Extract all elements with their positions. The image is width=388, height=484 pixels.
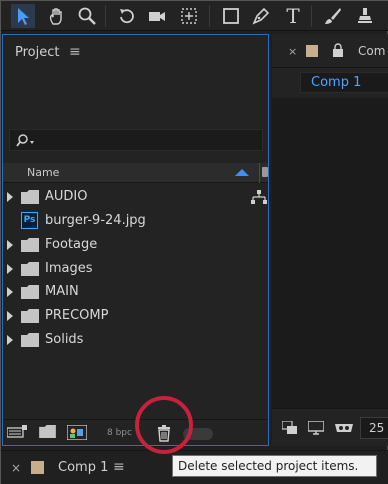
list-item-label: Footage xyxy=(45,237,98,252)
expand-triangle-icon[interactable] xyxy=(7,240,13,250)
panel-menu-icon[interactable]: ≡ xyxy=(113,459,125,475)
pan-behind-icon xyxy=(181,8,197,24)
composition-panel-title: Com xyxy=(358,44,386,58)
expand-triangle-icon[interactable] xyxy=(7,192,13,202)
list-item[interactable]: Solids xyxy=(3,328,268,352)
list-item-label: MAIN xyxy=(45,284,79,299)
highlight-circle xyxy=(135,396,193,454)
tab-comp-1[interactable]: Comp 1 xyxy=(300,72,388,93)
zoom-tool-button[interactable] xyxy=(75,4,99,28)
column-header-name[interactable]: Name xyxy=(27,166,59,179)
rectangle-tool-button[interactable] xyxy=(219,4,243,28)
expand-triangle-icon[interactable] xyxy=(7,287,13,297)
new-folder-icon[interactable] xyxy=(39,425,56,438)
rotate-icon xyxy=(120,9,134,24)
list-item-label: PRECOMP xyxy=(45,308,109,323)
pan-behind-tool-button[interactable] xyxy=(177,4,201,28)
tooltip-text: Delete selected project items. xyxy=(178,459,359,473)
camera-icon xyxy=(149,12,165,21)
folder-icon xyxy=(21,333,39,347)
folder-icon xyxy=(21,309,39,323)
toolbar-divider xyxy=(209,5,210,27)
tab-label: Comp 1 xyxy=(311,75,362,90)
selection-arrow-icon xyxy=(18,8,29,25)
folder-icon xyxy=(21,190,39,204)
list-item-label: Solids xyxy=(45,332,84,347)
list-item[interactable]: PRECOMP xyxy=(3,304,268,328)
type-icon: T xyxy=(286,4,300,28)
brush-icon xyxy=(325,8,341,24)
type-tool-button[interactable]: T xyxy=(281,4,305,28)
pen-icon xyxy=(252,7,270,25)
composition-panel: × Com Comp 1 25 xyxy=(272,34,388,446)
bit-depth-button[interactable]: 8 bpc xyxy=(107,428,132,438)
folder-icon xyxy=(21,262,39,276)
label-column-icon[interactable] xyxy=(262,167,268,177)
app-window: T Project ≡ Name AUDIO Ps burger-9-24.jp… xyxy=(0,0,388,484)
list-item[interactable]: Footage xyxy=(3,233,268,257)
folder-icon xyxy=(21,238,39,252)
expand-triangle-icon[interactable] xyxy=(7,311,13,321)
project-panel-header: Project ≡ xyxy=(3,35,268,71)
zoom-value: 25 xyxy=(369,421,385,435)
project-search-input[interactable] xyxy=(9,129,263,151)
selection-tool-button[interactable] xyxy=(11,4,35,28)
flowchart-icon[interactable] xyxy=(251,190,267,204)
search-icon xyxy=(16,134,34,147)
folder-icon xyxy=(21,285,39,299)
expand-triangle-icon[interactable] xyxy=(7,264,13,274)
stamp-tool-button[interactable] xyxy=(353,4,377,28)
new-composition-icon[interactable] xyxy=(67,425,87,440)
list-item-label: burger-9-24.jpg xyxy=(45,213,146,228)
composition-color-swatch xyxy=(31,461,44,474)
project-panel: Project ≡ Name AUDIO Ps burger-9-24.jpg … xyxy=(2,34,269,446)
close-icon[interactable]: × xyxy=(288,45,297,58)
toolbar-divider xyxy=(311,5,312,27)
list-item[interactable]: MAIN xyxy=(3,280,268,304)
hand-icon xyxy=(49,8,62,25)
composition-color-swatch xyxy=(306,45,318,57)
stamp-icon xyxy=(358,8,372,23)
rectangle-icon xyxy=(223,8,239,24)
list-item-label: AUDIO xyxy=(45,189,88,204)
monitor-icon[interactable] xyxy=(308,421,324,435)
project-panel-title: Project xyxy=(15,45,60,60)
camera-tool-button[interactable] xyxy=(145,4,169,28)
project-items-list: AUDIO Ps burger-9-24.jpg Footage Images … xyxy=(3,185,268,415)
brush-tool-button[interactable] xyxy=(321,4,345,28)
divider xyxy=(272,67,388,68)
interpret-footage-icon[interactable] xyxy=(7,425,27,439)
composition-bottom-bar: 25 xyxy=(272,408,388,446)
magnification-select[interactable]: 25 xyxy=(360,417,388,439)
always-preview-icon[interactable] xyxy=(282,421,298,435)
lock-icon[interactable] xyxy=(332,43,344,57)
toolbar-divider xyxy=(105,5,106,27)
expand-triangle-icon[interactable] xyxy=(7,335,13,345)
close-icon[interactable]: × xyxy=(11,461,21,475)
panel-menu-icon[interactable]: ≡ xyxy=(69,44,81,60)
sort-ascending-icon[interactable] xyxy=(235,169,249,176)
tools-toolbar: T xyxy=(1,1,388,31)
list-item-label: Images xyxy=(45,261,93,276)
tab-comp-1-timeline[interactable]: Comp 1 xyxy=(58,460,108,475)
pen-tool-button[interactable] xyxy=(249,4,273,28)
column-header-row: Name xyxy=(3,163,268,183)
zoom-icon xyxy=(78,7,96,25)
column-divider[interactable] xyxy=(259,163,260,183)
composition-viewer[interactable] xyxy=(272,98,388,408)
list-item[interactable]: Ps burger-9-24.jpg xyxy=(3,209,268,233)
hand-tool-button[interactable] xyxy=(45,4,69,28)
rotate-tool-button[interactable] xyxy=(115,4,139,28)
list-item[interactable]: Images xyxy=(3,257,268,281)
list-item[interactable]: AUDIO xyxy=(3,185,268,209)
mask-visibility-icon[interactable] xyxy=(334,421,354,435)
photoshop-file-icon: Ps xyxy=(21,212,38,229)
tooltip: Delete selected project items. xyxy=(172,455,377,477)
